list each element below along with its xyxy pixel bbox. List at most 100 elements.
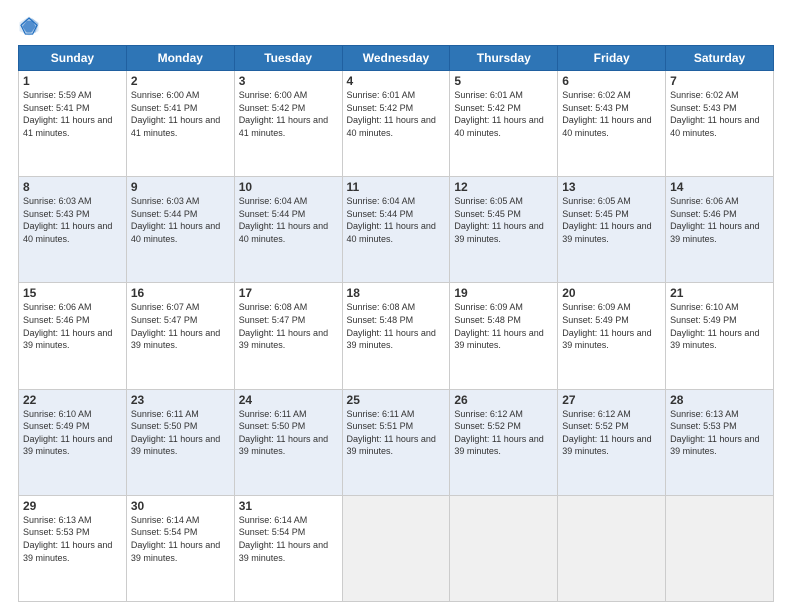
day-number: 9 <box>131 180 230 194</box>
calendar-cell <box>666 495 774 601</box>
calendar-table: Sunday Monday Tuesday Wednesday Thursday… <box>18 45 774 602</box>
calendar-cell: 8Sunrise: 6:03 AMSunset: 5:43 PMDaylight… <box>19 177 127 283</box>
day-info: Sunrise: 6:03 AMSunset: 5:43 PMDaylight:… <box>23 195 122 245</box>
day-number: 23 <box>131 393 230 407</box>
day-number: 31 <box>239 499 338 513</box>
day-info: Sunrise: 6:02 AMSunset: 5:43 PMDaylight:… <box>670 89 769 139</box>
calendar-cell: 30Sunrise: 6:14 AMSunset: 5:54 PMDayligh… <box>126 495 234 601</box>
calendar-cell: 10Sunrise: 6:04 AMSunset: 5:44 PMDayligh… <box>234 177 342 283</box>
day-number: 28 <box>670 393 769 407</box>
calendar-cell: 23Sunrise: 6:11 AMSunset: 5:50 PMDayligh… <box>126 389 234 495</box>
day-info: Sunrise: 6:05 AMSunset: 5:45 PMDaylight:… <box>454 195 553 245</box>
day-number: 13 <box>562 180 661 194</box>
logo <box>18 15 42 37</box>
day-number: 21 <box>670 286 769 300</box>
calendar-cell: 25Sunrise: 6:11 AMSunset: 5:51 PMDayligh… <box>342 389 450 495</box>
day-info: Sunrise: 6:08 AMSunset: 5:47 PMDaylight:… <box>239 301 338 351</box>
day-info: Sunrise: 6:11 AMSunset: 5:50 PMDaylight:… <box>131 408 230 458</box>
calendar-week-2: 8Sunrise: 6:03 AMSunset: 5:43 PMDaylight… <box>19 177 774 283</box>
header <box>18 15 774 37</box>
day-info: Sunrise: 6:04 AMSunset: 5:44 PMDaylight:… <box>239 195 338 245</box>
col-tuesday: Tuesday <box>234 46 342 71</box>
day-info: Sunrise: 6:01 AMSunset: 5:42 PMDaylight:… <box>454 89 553 139</box>
calendar-cell: 28Sunrise: 6:13 AMSunset: 5:53 PMDayligh… <box>666 389 774 495</box>
calendar-week-4: 22Sunrise: 6:10 AMSunset: 5:49 PMDayligh… <box>19 389 774 495</box>
page: Sunday Monday Tuesday Wednesday Thursday… <box>0 0 792 612</box>
calendar-cell: 11Sunrise: 6:04 AMSunset: 5:44 PMDayligh… <box>342 177 450 283</box>
calendar-cell: 14Sunrise: 6:06 AMSunset: 5:46 PMDayligh… <box>666 177 774 283</box>
calendar-cell: 3Sunrise: 6:00 AMSunset: 5:42 PMDaylight… <box>234 71 342 177</box>
day-number: 4 <box>347 74 446 88</box>
calendar-cell: 1Sunrise: 5:59 AMSunset: 5:41 PMDaylight… <box>19 71 127 177</box>
calendar-cell: 22Sunrise: 6:10 AMSunset: 5:49 PMDayligh… <box>19 389 127 495</box>
calendar-cell <box>342 495 450 601</box>
day-info: Sunrise: 6:12 AMSunset: 5:52 PMDaylight:… <box>562 408 661 458</box>
calendar-cell: 15Sunrise: 6:06 AMSunset: 5:46 PMDayligh… <box>19 283 127 389</box>
day-number: 8 <box>23 180 122 194</box>
day-number: 11 <box>347 180 446 194</box>
day-number: 24 <box>239 393 338 407</box>
calendar-week-5: 29Sunrise: 6:13 AMSunset: 5:53 PMDayligh… <box>19 495 774 601</box>
day-info: Sunrise: 6:06 AMSunset: 5:46 PMDaylight:… <box>670 195 769 245</box>
day-info: Sunrise: 6:12 AMSunset: 5:52 PMDaylight:… <box>454 408 553 458</box>
day-number: 6 <box>562 74 661 88</box>
day-info: Sunrise: 6:03 AMSunset: 5:44 PMDaylight:… <box>131 195 230 245</box>
day-number: 19 <box>454 286 553 300</box>
day-number: 22 <box>23 393 122 407</box>
day-info: Sunrise: 6:11 AMSunset: 5:51 PMDaylight:… <box>347 408 446 458</box>
day-number: 5 <box>454 74 553 88</box>
day-info: Sunrise: 6:09 AMSunset: 5:49 PMDaylight:… <box>562 301 661 351</box>
col-wednesday: Wednesday <box>342 46 450 71</box>
day-info: Sunrise: 6:13 AMSunset: 5:53 PMDaylight:… <box>23 514 122 564</box>
day-info: Sunrise: 6:05 AMSunset: 5:45 PMDaylight:… <box>562 195 661 245</box>
calendar-cell: 9Sunrise: 6:03 AMSunset: 5:44 PMDaylight… <box>126 177 234 283</box>
col-sunday: Sunday <box>19 46 127 71</box>
day-number: 15 <box>23 286 122 300</box>
col-friday: Friday <box>558 46 666 71</box>
day-info: Sunrise: 6:10 AMSunset: 5:49 PMDaylight:… <box>23 408 122 458</box>
calendar-cell: 18Sunrise: 6:08 AMSunset: 5:48 PMDayligh… <box>342 283 450 389</box>
day-info: Sunrise: 6:08 AMSunset: 5:48 PMDaylight:… <box>347 301 446 351</box>
day-info: Sunrise: 6:11 AMSunset: 5:50 PMDaylight:… <box>239 408 338 458</box>
day-number: 27 <box>562 393 661 407</box>
day-info: Sunrise: 5:59 AMSunset: 5:41 PMDaylight:… <box>23 89 122 139</box>
logo-icon <box>18 15 40 37</box>
day-number: 3 <box>239 74 338 88</box>
calendar-cell: 17Sunrise: 6:08 AMSunset: 5:47 PMDayligh… <box>234 283 342 389</box>
calendar-cell: 16Sunrise: 6:07 AMSunset: 5:47 PMDayligh… <box>126 283 234 389</box>
calendar-cell: 6Sunrise: 6:02 AMSunset: 5:43 PMDaylight… <box>558 71 666 177</box>
day-number: 26 <box>454 393 553 407</box>
col-monday: Monday <box>126 46 234 71</box>
calendar-cell: 20Sunrise: 6:09 AMSunset: 5:49 PMDayligh… <box>558 283 666 389</box>
calendar-cell: 5Sunrise: 6:01 AMSunset: 5:42 PMDaylight… <box>450 71 558 177</box>
day-info: Sunrise: 6:04 AMSunset: 5:44 PMDaylight:… <box>347 195 446 245</box>
day-number: 7 <box>670 74 769 88</box>
day-info: Sunrise: 6:14 AMSunset: 5:54 PMDaylight:… <box>131 514 230 564</box>
day-number: 18 <box>347 286 446 300</box>
day-number: 20 <box>562 286 661 300</box>
calendar-cell: 27Sunrise: 6:12 AMSunset: 5:52 PMDayligh… <box>558 389 666 495</box>
day-info: Sunrise: 6:10 AMSunset: 5:49 PMDaylight:… <box>670 301 769 351</box>
calendar-cell: 2Sunrise: 6:00 AMSunset: 5:41 PMDaylight… <box>126 71 234 177</box>
col-saturday: Saturday <box>666 46 774 71</box>
day-info: Sunrise: 6:00 AMSunset: 5:42 PMDaylight:… <box>239 89 338 139</box>
calendar-cell <box>450 495 558 601</box>
day-number: 29 <box>23 499 122 513</box>
calendar-cell: 26Sunrise: 6:12 AMSunset: 5:52 PMDayligh… <box>450 389 558 495</box>
day-number: 1 <box>23 74 122 88</box>
col-thursday: Thursday <box>450 46 558 71</box>
calendar-cell: 29Sunrise: 6:13 AMSunset: 5:53 PMDayligh… <box>19 495 127 601</box>
calendar-cell: 7Sunrise: 6:02 AMSunset: 5:43 PMDaylight… <box>666 71 774 177</box>
calendar-cell: 21Sunrise: 6:10 AMSunset: 5:49 PMDayligh… <box>666 283 774 389</box>
day-number: 10 <box>239 180 338 194</box>
calendar-cell: 13Sunrise: 6:05 AMSunset: 5:45 PMDayligh… <box>558 177 666 283</box>
day-number: 30 <box>131 499 230 513</box>
calendar-cell: 12Sunrise: 6:05 AMSunset: 5:45 PMDayligh… <box>450 177 558 283</box>
day-info: Sunrise: 6:00 AMSunset: 5:41 PMDaylight:… <box>131 89 230 139</box>
calendar-body: 1Sunrise: 5:59 AMSunset: 5:41 PMDaylight… <box>19 71 774 602</box>
day-info: Sunrise: 6:09 AMSunset: 5:48 PMDaylight:… <box>454 301 553 351</box>
calendar-week-3: 15Sunrise: 6:06 AMSunset: 5:46 PMDayligh… <box>19 283 774 389</box>
calendar-cell: 4Sunrise: 6:01 AMSunset: 5:42 PMDaylight… <box>342 71 450 177</box>
day-number: 14 <box>670 180 769 194</box>
day-number: 16 <box>131 286 230 300</box>
